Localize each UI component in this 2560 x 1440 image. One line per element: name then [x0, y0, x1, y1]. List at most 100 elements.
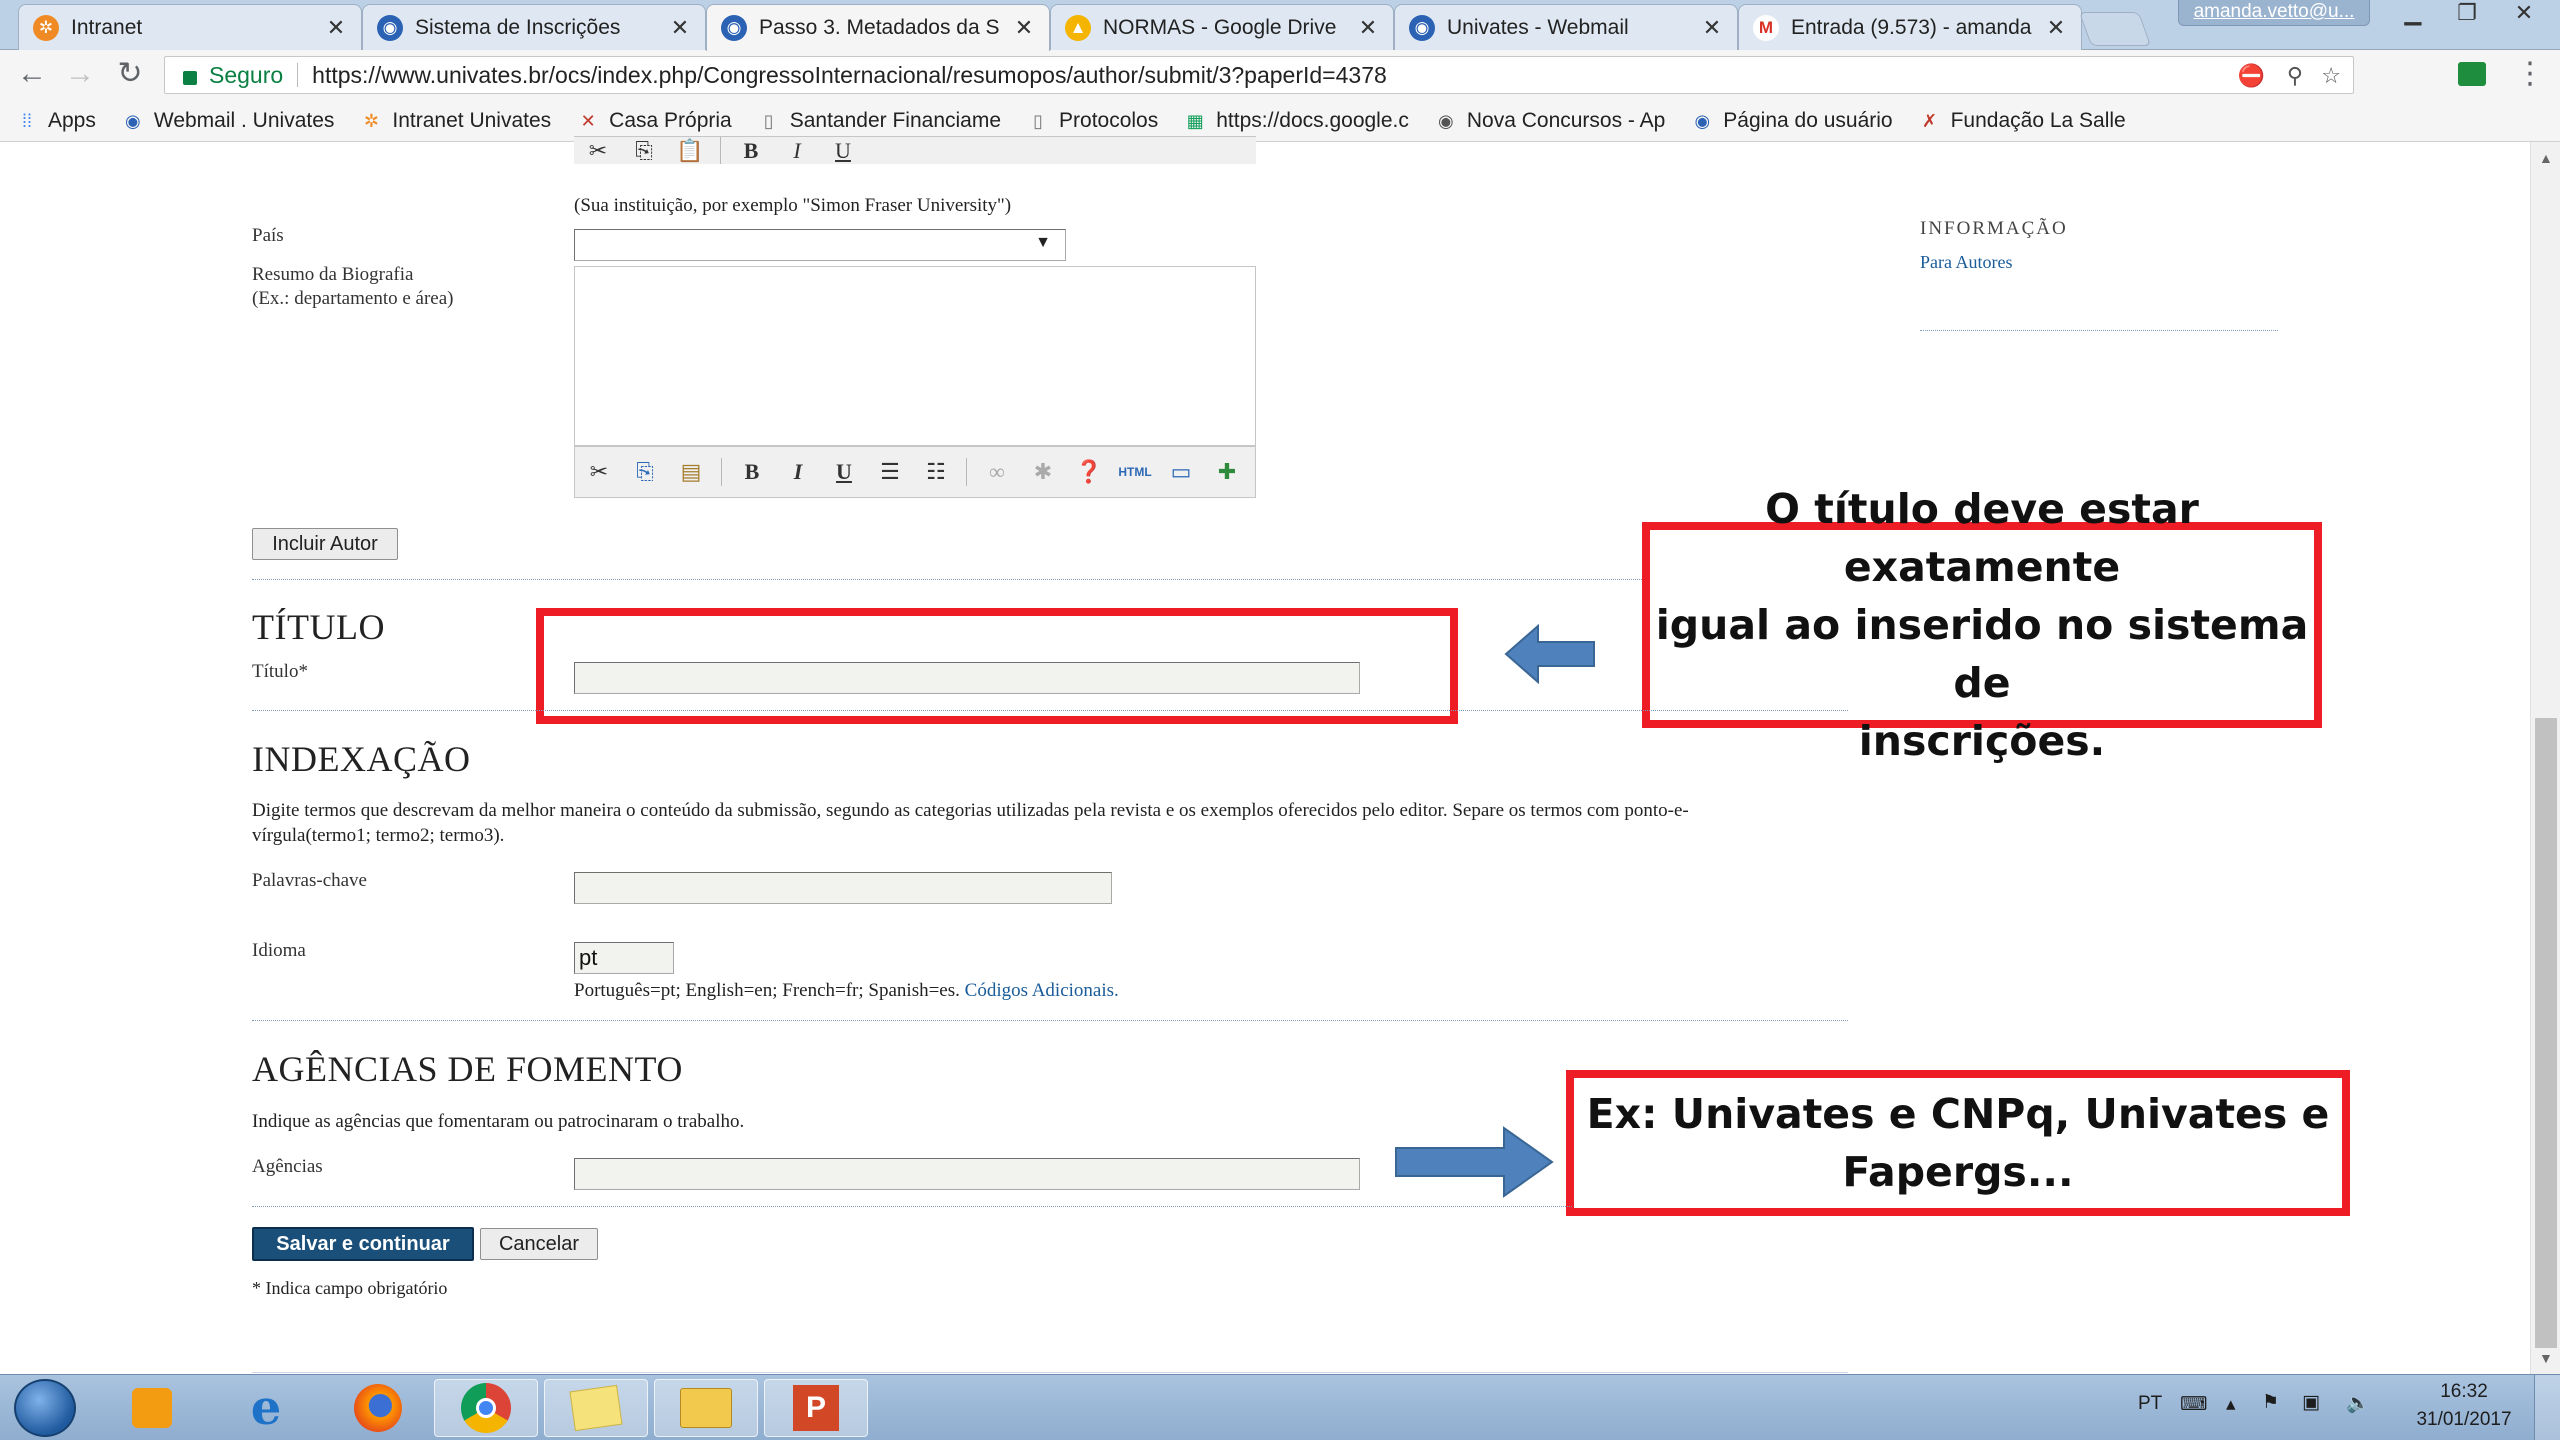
- bio-editor[interactable]: [574, 266, 1256, 446]
- copy-icon[interactable]: ⎘: [629, 456, 661, 488]
- bookmark-protocolos[interactable]: ▯ Protocolos: [1027, 109, 1158, 133]
- extension-icon[interactable]: [2458, 62, 2486, 86]
- cancel-button[interactable]: Cancelar: [480, 1228, 598, 1260]
- title-label: Título*: [252, 661, 308, 682]
- bookmark-google-docs[interactable]: ▦ https://docs.google.c: [1184, 109, 1409, 133]
- save-continue-button[interactable]: Salvar e continuar: [252, 1227, 474, 1261]
- link-icon[interactable]: ∞: [981, 456, 1013, 488]
- tab-normas-google-drive[interactable]: ▲ NORMAS - Google Drive ✕: [1050, 4, 1394, 50]
- taskbar-chrome[interactable]: [434, 1379, 538, 1437]
- keywords-input[interactable]: [574, 872, 1112, 904]
- action-center-flag-icon[interactable]: ⚑: [2262, 1391, 2279, 1414]
- close-icon[interactable]: ✕: [1357, 15, 1379, 41]
- tab-gmail-inbox[interactable]: M Entrada (9.573) - amanda ✕: [1738, 4, 2082, 50]
- italic-icon[interactable]: I: [782, 456, 814, 488]
- page-content: ✂ ⎘ 📋 B I U (Sua instituição, por exempl…: [0, 136, 2530, 1374]
- ocs-globe-icon: ◉: [721, 15, 747, 41]
- keyboard-icon[interactable]: ⌨: [2180, 1393, 2207, 1416]
- network-icon[interactable]: ▣: [2302, 1391, 2320, 1414]
- address-bar[interactable]: Seguro https://www.univates.br/ocs/index…: [164, 56, 2354, 94]
- italic-icon[interactable]: I: [781, 137, 813, 164]
- underline-icon[interactable]: U: [828, 456, 860, 488]
- bookmark-nova-concursos[interactable]: ◉ Nova Concursos - Ap: [1435, 109, 1665, 133]
- sidebar-for-authors-link[interactable]: Para Autores: [1920, 252, 2012, 273]
- forward-icon[interactable]: →: [62, 58, 98, 92]
- bookmark-casa-propria[interactable]: ✕ Casa Própria: [577, 109, 732, 133]
- scroll-down-icon[interactable]: ▼: [2539, 1350, 2553, 1366]
- bookmark-fundacao-la-salle[interactable]: ✗ Fundação La Salle: [1919, 109, 2126, 133]
- help-icon[interactable]: ❓: [1073, 456, 1105, 488]
- taskbar-firefox[interactable]: [326, 1379, 430, 1437]
- menu-icon[interactable]: ⋮: [2512, 58, 2548, 92]
- taskbar-media-player[interactable]: [100, 1379, 204, 1437]
- close-icon[interactable]: ✕: [669, 15, 691, 41]
- clock-date[interactable]: 31/01/2017: [2408, 1409, 2520, 1431]
- cut-icon[interactable]: ✂: [582, 137, 614, 164]
- browser-toolbar: ← → ↻ Seguro https://www.univates.br/ocs…: [0, 50, 2560, 100]
- insert-media-icon[interactable]: ✚: [1211, 456, 1243, 488]
- taskbar-sticky-notes[interactable]: [544, 1379, 648, 1437]
- clock-time[interactable]: 16:32: [2408, 1381, 2520, 1403]
- tab-passo-3-metadados[interactable]: ◉ Passo 3. Metadados da S ✕: [706, 4, 1050, 51]
- affiliation-editor-toolbar: ✂ ⎘ 📋 B I U: [574, 136, 1256, 164]
- bookmark-pagina-usuario[interactable]: ◉ Página do usuário: [1691, 109, 1892, 133]
- close-icon[interactable]: ✕: [1701, 15, 1723, 41]
- close-icon[interactable]: ✕: [325, 15, 347, 41]
- profile-button[interactable]: amanda.vetto@u...: [2178, 0, 2370, 26]
- annotation-line: Fapergs...: [1842, 1148, 2074, 1196]
- show-hidden-icons[interactable]: ▴: [2226, 1393, 2236, 1416]
- copy-icon[interactable]: ⎘: [628, 137, 660, 164]
- tab-sistema-inscricoes[interactable]: ◉ Sistema de Inscrições ✕: [362, 4, 706, 50]
- start-orb-icon[interactable]: [14, 1379, 76, 1437]
- close-icon[interactable]: ✕: [2045, 15, 2067, 41]
- url-text[interactable]: https://www.univates.br/ocs/index.php/Co…: [312, 62, 1387, 89]
- volume-icon[interactable]: 🔈: [2346, 1391, 2370, 1415]
- minimize-icon[interactable]: ▁: [2386, 0, 2440, 28]
- unlink-icon[interactable]: ✱: [1027, 456, 1059, 488]
- blocked-popup-icon[interactable]: ⛔: [2238, 63, 2265, 89]
- powerpoint-icon: P: [793, 1385, 839, 1431]
- restore-icon[interactable]: ❐: [2440, 0, 2494, 28]
- html-source-icon[interactable]: HTML: [1118, 456, 1151, 488]
- star-icon[interactable]: ☆: [2321, 63, 2341, 89]
- tab-intranet[interactable]: ✲ Intranet ✕: [18, 4, 362, 50]
- bookmark-webmail[interactable]: ◉ Webmail . Univates: [122, 109, 334, 133]
- tab-univates-webmail[interactable]: ◉ Univates - Webmail ✕: [1394, 4, 1738, 50]
- paste-icon[interactable]: 📋: [674, 137, 706, 164]
- country-select[interactable]: ▼: [574, 229, 1066, 261]
- additional-codes-link[interactable]: Códigos Adicionais.: [965, 980, 1119, 1001]
- divider: [252, 1020, 1848, 1021]
- taskbar-powerpoint[interactable]: P: [764, 1379, 868, 1437]
- scrollbar-thumb[interactable]: [2535, 718, 2557, 1348]
- close-icon[interactable]: ✕: [1013, 15, 1035, 41]
- page-scrollbar[interactable]: ▲ ▼: [2530, 142, 2560, 1374]
- bookmark-santander[interactable]: ▯ Santander Financiame: [758, 109, 1001, 133]
- new-tab-button[interactable]: [2078, 12, 2152, 46]
- taskbar-internet-explorer[interactable]: e: [214, 1379, 318, 1437]
- agencies-input[interactable]: [574, 1158, 1360, 1190]
- title-highlight-box: [536, 608, 1458, 724]
- scroll-up-icon[interactable]: ▲: [2539, 150, 2553, 166]
- window-close-icon[interactable]: ✕: [2494, 0, 2554, 28]
- bold-icon[interactable]: B: [735, 137, 767, 164]
- zoom-icon[interactable]: ⚲: [2287, 63, 2303, 89]
- tab-label: Intranet: [71, 15, 143, 39]
- title-section-heading: TÍTULO: [252, 607, 385, 647]
- reload-icon[interactable]: ↻: [112, 58, 148, 92]
- language-input[interactable]: pt: [574, 942, 674, 974]
- add-author-button[interactable]: Incluir Autor: [252, 528, 398, 560]
- numbered-list-icon[interactable]: ☷: [920, 456, 952, 488]
- paste-icon[interactable]: ▤: [675, 456, 707, 488]
- bullet-list-icon[interactable]: ☰: [874, 456, 906, 488]
- bookmark-apps[interactable]: ⁞⁞ Apps: [16, 109, 96, 133]
- bold-icon[interactable]: B: [736, 456, 768, 488]
- image-icon[interactable]: ▭: [1165, 456, 1197, 488]
- underline-icon[interactable]: U: [827, 137, 859, 164]
- bookmark-intranet[interactable]: ✲ Intranet Univates: [360, 109, 551, 133]
- cut-icon[interactable]: ✂: [583, 456, 615, 488]
- back-icon[interactable]: ←: [14, 58, 50, 92]
- language-indicator[interactable]: PT: [2138, 1393, 2162, 1415]
- taskbar-file-explorer[interactable]: [654, 1379, 758, 1437]
- show-desktop-button[interactable]: [2534, 1375, 2560, 1440]
- secure-label: Seguro: [209, 61, 284, 88]
